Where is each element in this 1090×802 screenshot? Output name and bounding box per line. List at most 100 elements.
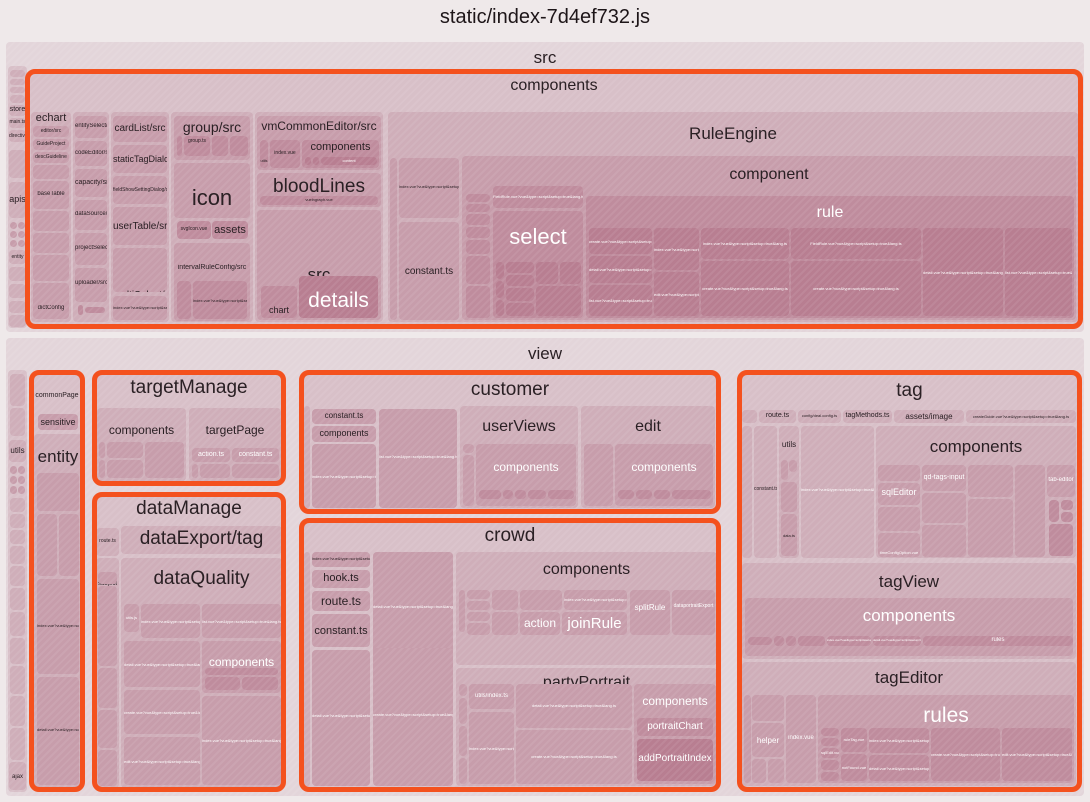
node-tv-components[interactable]: components [745,598,1073,656]
node-tag-utils-c1[interactable] [781,460,788,480]
node-view-misc-3[interactable] [10,498,25,512]
node-qd-tags-input[interactable]: qd-tags-input [922,465,966,491]
node-joinRule[interactable]: joinRule [562,612,627,635]
node-te-c3[interactable] [768,759,784,783]
node-uploader-src[interactable]: uploader/src [75,268,107,302]
node-pp-t2[interactable] [459,698,467,724]
node-tc-2[interactable] [922,493,966,523]
node-group-child-3[interactable] [230,136,248,156]
node-cr-c3[interactable]: create.vue?vue&type=script&setup=true&la… [373,648,453,786]
node-uv-c0[interactable] [463,444,474,453]
node-uv-c1[interactable] [463,455,474,506]
node-view-misc-9[interactable] [10,612,25,636]
node-echart-misc-2[interactable] [33,211,69,231]
node-dq-cc3[interactable] [242,677,278,690]
node-tc-6[interactable] [1015,465,1045,557]
node-dq-c4[interactable]: create.vue?vue&type=script&setup=true&la… [124,690,200,734]
node-details[interactable]: details [299,276,378,318]
node-subject-c0[interactable] [98,572,117,584]
node-group-ts[interactable]: group.ts [184,136,210,156]
node-select-c4[interactable] [506,262,534,273]
node-pp-c2[interactable]: detail.vue?vue&type=script&setup=true&la… [516,684,632,728]
node-pp-t3[interactable] [459,726,467,756]
node-select-c5[interactable] [506,275,534,286]
node-crc-3[interactable] [467,612,490,621]
node-view-misc-7[interactable] [10,566,25,586]
node-projectSelect-src[interactable]: projectSelect/src [75,233,107,265]
node-ter-6[interactable]: detail.vue?vue&type=script&setup=true&la… [869,755,929,781]
node-select-c1[interactable] [496,262,504,279]
node-api-a[interactable] [10,222,17,229]
node-entity-c2[interactable] [37,514,57,576]
node-tag-constant-ts[interactable]: constant.ts [754,426,777,558]
node-ter-1[interactable] [821,728,839,736]
node-ter-5[interactable]: index.vue?vue&type=script&setup=true&lan… [869,728,929,753]
node-irc-child-2[interactable]: index.vue?vue&type=script&setup=true&lan… [193,281,247,319]
node-tv-c2[interactable] [774,636,784,646]
node-tv-rules[interactable]: rules [923,636,1073,646]
node-sensitive[interactable]: sensitive [38,414,78,430]
node-tm-c4[interactable] [99,460,105,478]
node-ed-cc1[interactable] [618,490,634,499]
node-src-misc-8[interactable] [9,301,26,313]
node-re-misc-1[interactable]: index.vue?vue&type=script&setup=true&lan… [399,158,459,218]
node-sqlEditor[interactable]: sqlEditor [878,483,920,505]
node-subject-c4[interactable] [98,750,117,786]
node-crc-1[interactable] [467,590,490,599]
node-tv-c5[interactable]: index.vue?vue&type=script&setup=true&lan… [827,636,871,646]
node-ter-3[interactable] [821,760,839,770]
node-entity-small[interactable]: entity [9,250,26,264]
node-guideproject[interactable]: GuideProject [33,139,69,150]
node-sel-s6[interactable] [466,256,490,284]
node-splitRule[interactable]: splitRule [630,590,670,635]
node-dq-c5[interactable]: edit.vue?vue&type=script&setup=true&lang… [124,737,200,785]
node-baseTable[interactable]: baseTable [33,181,69,209]
node-crc-8[interactable]: index.vue?vue&type=script&setup=true&lan… [564,590,627,610]
node-te-c2[interactable] [752,759,766,783]
node-pp-t4[interactable] [459,758,467,784]
node-dq-c2[interactable]: list.vue?vue&type=script&setup=true&lang… [202,604,281,638]
node-tc-4[interactable] [968,465,1013,497]
node-config-deal-config-ts[interactable]: config/deal.config.ts [798,410,841,423]
node-dq-utils-js[interactable]: utils.js [124,604,139,632]
node-dq-c6[interactable]: index.vue?vue&type=script&setup=true&lan… [202,696,281,785]
src-misc-4[interactable] [10,95,25,103]
src-misc-2[interactable] [10,79,25,85]
node-fieldRule-vue[interactable]: FieldRule.vue?vue&type=script&setup=true… [493,186,583,208]
node-sel-s5[interactable] [466,240,490,254]
node-dataExport-tag[interactable]: dataExport/tag [121,526,282,554]
node-sel-s3[interactable] [466,214,490,225]
node-dm-route-ts[interactable]: route.ts [96,528,119,556]
node-tag-thin-1[interactable] [742,426,752,558]
node-ter-sqlEdit-vue[interactable]: sqlEdit.vue [821,748,839,758]
node-echart-misc-1[interactable] [33,165,69,179]
node-entity-c3[interactable] [59,514,79,576]
node-utils-left[interactable]: utils [9,440,26,462]
node-cu-thin[interactable] [304,406,310,508]
node-tv-c1[interactable] [748,637,772,645]
node-crc-6[interactable] [492,612,518,635]
node-tag-utils-c2[interactable] [789,460,797,472]
node-group-child-1[interactable] [177,136,182,156]
node-tp-action-ts[interactable]: action.ts [192,448,230,462]
node-tc-10[interactable] [1049,524,1073,556]
node-cu-c2[interactable]: list.vue?vue&type=script&setup=true&lang… [379,409,457,508]
node-view-misc-2[interactable] [10,408,25,436]
node-dictConfig[interactable]: dictConfig [33,283,69,319]
node-descguideline[interactable]: descGuideline [33,152,69,163]
node-rule-4[interactable]: index.vue?vue&type=script&setup=true&lan… [654,228,699,270]
node-entity-c4[interactable]: index.vue?vue&type=script&setup=true&lan… [37,579,79,674]
node-select-c8[interactable] [536,262,558,284]
node-ter-8[interactable]: edit.vue?vue&type=script&setup=true&lang… [1002,728,1072,781]
node-rule-5[interactable]: edit.vue?vue&type=script&setup=true&lang… [654,272,699,316]
node-crc-4[interactable] [467,623,490,635]
node-cr-hook-ts[interactable]: hook.ts [312,570,370,588]
node-rule-6[interactable]: index.vue?vue&type=script&setup=true&lan… [701,228,789,259]
node-view-misc-1[interactable] [10,374,25,406]
node-ter-2[interactable] [821,738,839,746]
node-util-f[interactable] [18,486,25,494]
node-echart-misc-4[interactable] [33,255,69,281]
node-vce-content[interactable]: content [321,157,377,165]
node-crc-2[interactable] [467,601,490,610]
node-crc-thin[interactable] [459,590,465,632]
